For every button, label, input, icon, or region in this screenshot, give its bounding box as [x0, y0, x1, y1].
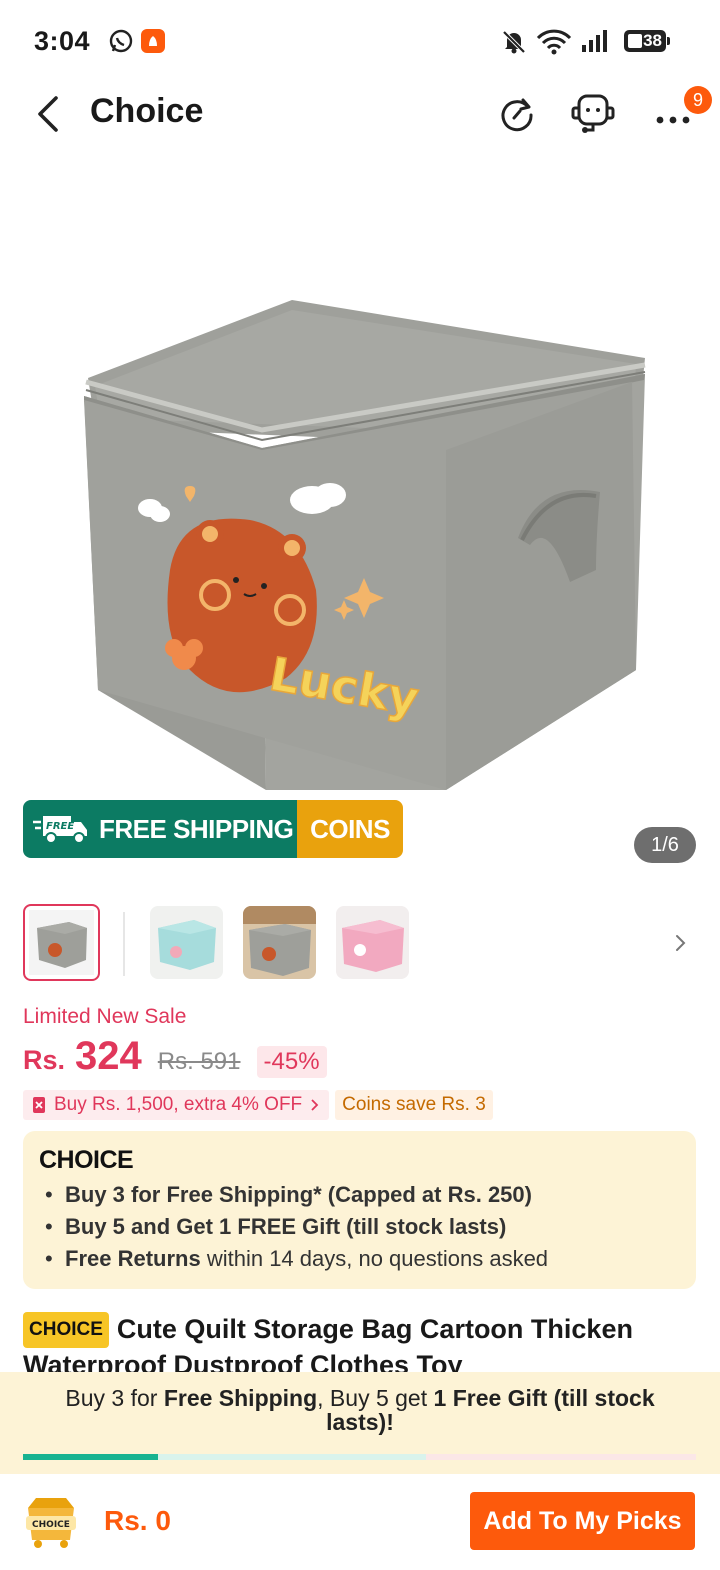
- support-button[interactable]: [567, 88, 619, 140]
- wifi-icon: [536, 28, 572, 61]
- free-shipping-label: FREE SHIPPING: [99, 813, 294, 844]
- choice-chip: CHOICE: [23, 1312, 109, 1348]
- chevron-right-icon: [676, 935, 686, 951]
- free-shipping-coins-banner: FREE FREE SHIPPING COINS: [23, 800, 403, 858]
- mute-icon: [500, 28, 528, 61]
- back-arrow-icon: [38, 96, 58, 132]
- signal-icon: [580, 28, 610, 59]
- add-to-my-picks-button[interactable]: Add To My Picks: [470, 1492, 695, 1550]
- thumbnail-gray-box-room[interactable]: [243, 906, 316, 979]
- benefit-item: Free Returns within 14 days, no question…: [39, 1243, 680, 1275]
- benefit-item: Buy 3 for Free Shipping* (Capped at Rs. …: [39, 1179, 680, 1211]
- thumbnail-blue-box[interactable]: [150, 906, 223, 979]
- coupon-icon: [33, 1097, 45, 1113]
- support-agent-icon: [571, 94, 615, 133]
- status-bar: 3:04 38: [0, 0, 720, 80]
- app-notification-icon: [140, 28, 166, 59]
- cart-amount: Rs. 0: [104, 1505, 171, 1536]
- share-button[interactable]: [491, 88, 543, 140]
- free-badge: FREE: [46, 821, 74, 832]
- bundle-promo-text: Buy 3 for Free Shipping, Buy 5 get 1 Fre…: [65, 1385, 655, 1435]
- choice-benefits-card[interactable]: CHOICE Buy 3 for Free Shipping* (Capped …: [23, 1131, 696, 1289]
- price-currency: Rs.: [23, 1045, 66, 1075]
- app-header: Choice 9: [0, 80, 720, 150]
- price-row: Rs. 324 Rs. 591 -45%: [23, 1034, 327, 1084]
- more-dots-icon: [656, 116, 690, 124]
- status-time: 3:04: [34, 26, 91, 56]
- benefit-item: Buy 5 and Get 1 FREE Gift (till stock la…: [39, 1211, 680, 1243]
- thumbnail-gray-box[interactable]: [23, 904, 100, 981]
- product-image[interactable]: Lucky: [0, 150, 720, 880]
- product-title-text: Cute Quilt Storage Bag Cartoon Thicken W…: [23, 1314, 633, 1380]
- storage-box-illustration: Lucky: [84, 300, 646, 790]
- current-price: 324: [75, 1034, 142, 1078]
- cart-choice-label: CHOICE: [32, 1520, 70, 1530]
- notification-badge: 9: [684, 86, 712, 114]
- coins-save-label: Coins save Rs. 3: [342, 1094, 486, 1115]
- delivery-truck-icon: FREE: [33, 816, 87, 844]
- choice-cart-button[interactable]: CHOICE: [22, 1494, 80, 1550]
- battery-level: 38: [643, 31, 662, 50]
- limited-sale-label: Limited New Sale: [23, 1005, 187, 1028]
- choice-logo-text: CHOICE: [39, 1145, 134, 1174]
- choice-cart-icon: CHOICE: [26, 1498, 76, 1548]
- original-price: Rs. 591: [157, 1048, 241, 1075]
- chevron-right-icon: [311, 1099, 319, 1111]
- back-button[interactable]: [30, 92, 70, 136]
- bottom-action-bar: CHOICE Rs. 0 Add To My Picks: [0, 1474, 720, 1570]
- bundle-progress-bar: [23, 1454, 696, 1460]
- choice-logo: CHOICE: [39, 1145, 680, 1175]
- more-button[interactable]: 9: [644, 86, 714, 140]
- bundle-promo-bar[interactable]: Buy 3 for Free Shipping, Buy 5 get 1 Fre…: [0, 1372, 720, 1474]
- discount-badge: -45%: [256, 1046, 327, 1078]
- thumbnail-pink-box[interactable]: [336, 906, 409, 979]
- whatsapp-icon: [108, 28, 134, 59]
- share-refresh-icon: [501, 98, 533, 132]
- page-title: Choice: [90, 92, 204, 130]
- promo-tags: Buy Rs. 1,500, extra 4% OFF Coins save R…: [23, 1090, 493, 1120]
- thumbnail-next-button[interactable]: [669, 928, 693, 958]
- coins-save-tag: Coins save Rs. 3: [335, 1090, 493, 1120]
- battery-icon: 38: [624, 30, 666, 52]
- coins-label: COINS: [310, 813, 390, 844]
- image-page-indicator: 1/6: [634, 827, 696, 863]
- coupon-tag[interactable]: Buy Rs. 1,500, extra 4% OFF: [23, 1090, 330, 1120]
- coupon-tag-label: Buy Rs. 1,500, extra 4% OFF: [54, 1094, 303, 1115]
- choice-benefits-list: Buy 3 for Free Shipping* (Capped at Rs. …: [39, 1179, 680, 1275]
- thumbnail-strip: [23, 904, 703, 981]
